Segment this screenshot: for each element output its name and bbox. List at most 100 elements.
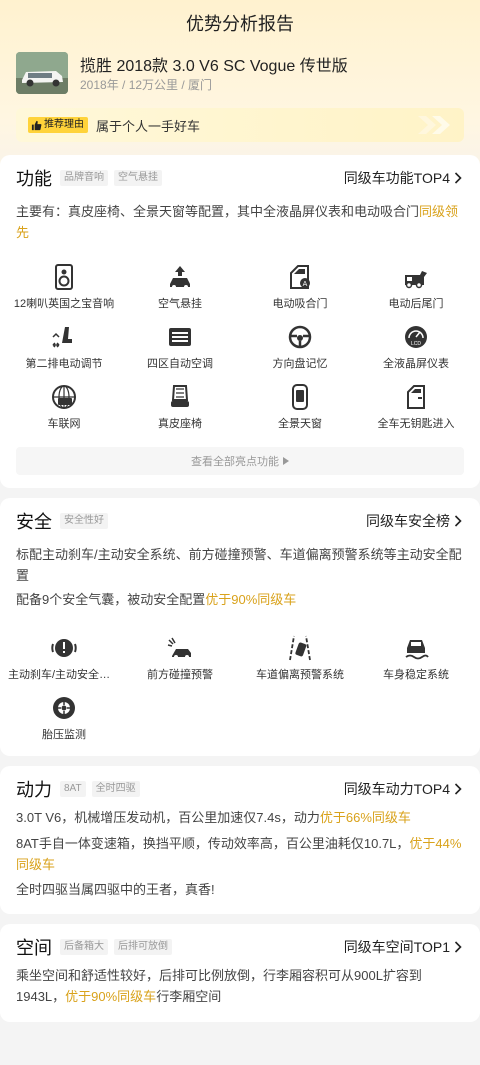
power-desc-text: 8AT手自一体变速箱，换挡平顺，传动效率高，百公里油耗仅10.7L， — [16, 836, 410, 851]
recommend-badge-label: 推荐理由 — [44, 119, 84, 130]
space-tag: 后排可放倒 — [114, 939, 172, 955]
feature-item[interactable]: 全车无钥匙进入 — [356, 383, 476, 431]
chevron-right-icon — [454, 172, 462, 184]
chevron-right-icon — [454, 515, 462, 527]
feature-label: 12喇叭英国之宝音响 — [13, 298, 115, 310]
feature-label: 全景天窗 — [278, 418, 322, 430]
space-description: 乘坐空间和舒适性较好，后排可比例放倒，行李厢容积可从900L扩容到1943L，优… — [16, 965, 464, 1007]
feature-label: 车联网 — [47, 418, 81, 430]
climate-control-icon — [169, 328, 191, 346]
feature-item[interactable]: 车道偏离预警系统 — [240, 634, 360, 682]
power-rank-label: 同级车动力TOP4 — [343, 781, 450, 797]
safety-tag: 安全性好 — [60, 513, 108, 529]
space-title: 空间 — [16, 938, 52, 958]
function-tag: 空气悬挂 — [114, 170, 162, 186]
svg-text:A: A — [303, 281, 308, 288]
car-thumbnail[interactable] — [16, 52, 68, 94]
soft-close-door-icon: A — [290, 265, 310, 289]
lane-departure-icon — [289, 635, 311, 661]
thumbs-up-icon — [31, 120, 42, 130]
function-desc-text: 主要有：真皮座椅、全景天窗等配置，其中全液晶屏仪表和电动吸合门 — [16, 204, 420, 219]
space-header: 空间 后备箱大 后排可放倒 — [16, 934, 178, 960]
power-header: 动力 8AT 全时四驱 — [16, 776, 146, 802]
power-engine-text: 3.0T V6，机械增压发动机，百公里加速仅7.4s，动力优于66%同级车 — [16, 807, 464, 828]
function-title: 功能 — [16, 169, 52, 189]
brake-warning-icon — [51, 639, 77, 657]
feature-label: 第二排电动调节 — [25, 358, 103, 370]
feature-item[interactable]: 主动刹车/主动安全系统 — [4, 634, 124, 682]
recommend-reason-bar: 推荐理由 属于个人一手好车 — [16, 108, 464, 142]
triangle-right-icon — [283, 457, 289, 465]
feature-label: 空气悬挂 — [158, 298, 202, 310]
tire-pressure-icon — [53, 697, 75, 719]
safety-desc-text: 配备9个安全气囊，被动安全配置 — [16, 592, 206, 607]
stability-icon — [405, 640, 429, 660]
feature-item[interactable]: 前方碰撞预警 — [120, 634, 240, 682]
feature-label: 电动吸合门 — [272, 298, 328, 310]
power-rank-link[interactable]: 同级车动力TOP4 — [344, 779, 462, 799]
panoramic-roof-icon — [292, 384, 308, 410]
lcd-gauge-icon: LCD — [405, 326, 427, 348]
feature-item[interactable]: 车联网 — [4, 383, 124, 431]
safety-rank-label: 同级车安全榜 — [366, 513, 450, 529]
leather-seat-icon — [171, 385, 189, 407]
recommend-reason-text: 属于个人一手好车 — [96, 119, 201, 134]
power-title: 动力 — [16, 780, 52, 800]
feature-item[interactable]: 电动后尾门 — [356, 263, 476, 311]
feature-item[interactable]: 四区自动空调 — [120, 323, 240, 371]
steering-memory-icon — [288, 325, 312, 349]
function-tag: 品牌音响 — [60, 170, 108, 186]
feature-label: 主动刹车/主动安全系统 — [8, 669, 122, 681]
feature-item[interactable]: LCD 全液晶屏仪表 — [356, 323, 476, 371]
connected-car-icon — [52, 385, 76, 409]
space-desc-text: 行李厢空间 — [156, 989, 222, 1004]
feature-item[interactable]: 全景天窗 — [240, 383, 360, 431]
safety-title: 安全 — [16, 512, 52, 532]
feature-item[interactable]: 第二排电动调节 — [4, 323, 124, 371]
space-rank-label: 同级车空间TOP1 — [343, 939, 450, 955]
safety-header: 安全 安全性好 — [16, 508, 114, 534]
feature-label: 电动后尾门 — [388, 298, 444, 310]
feature-label: 真皮座椅 — [158, 418, 202, 430]
safety-desc-highlight: 优于90%同级车 — [205, 592, 297, 607]
car-name: 揽胜 2018款 3.0 V6 SC Vogue 传世版 — [80, 58, 348, 75]
space-desc-highlight: 优于90%同级车 — [65, 989, 157, 1004]
feature-item[interactable]: 胎压监测 — [4, 694, 124, 742]
space-card: 空间 后备箱大 后排可放倒 同级车空间TOP1 乘坐空间和舒适性较好，后排可比例… — [0, 924, 480, 1022]
feature-label: 胎压监测 — [42, 729, 86, 741]
page-title: 优势分析报告 — [186, 14, 294, 34]
feature-label: 四区自动空调 — [147, 358, 213, 370]
space-tag: 后备箱大 — [60, 939, 108, 955]
recommend-badge: 推荐理由 — [28, 117, 88, 133]
svg-text:LCD: LCD — [411, 341, 421, 347]
feature-item[interactable]: 方向盘记忆 — [240, 323, 360, 371]
function-rank-link[interactable]: 同级车功能TOP4 — [344, 168, 462, 188]
feature-item[interactable]: A 电动吸合门 — [240, 263, 360, 311]
function-card: 功能 品牌音响 空气悬挂 同级车功能TOP4 主要有：真皮座椅、全景天窗等配置，… — [0, 155, 480, 488]
feature-item[interactable]: 车身稳定系统 — [356, 634, 476, 682]
safety-description: 标配主动刹车/主动安全系统、前方碰撞预警、车道偏离预警系统等主动安全配置 — [16, 547, 462, 583]
feature-label: 车身稳定系统 — [383, 669, 449, 681]
function-rank-label: 同级车功能TOP4 — [343, 170, 450, 186]
feature-item[interactable]: 空气悬挂 — [120, 263, 240, 311]
power-transmission-text: 8AT手自一体变速箱，换挡平顺，传动效率高，百公里油耗仅10.7L，优于44%同… — [16, 833, 464, 875]
power-tailgate-icon — [405, 271, 427, 289]
feature-item[interactable]: 12喇叭英国之宝音响 — [4, 263, 124, 311]
feature-item[interactable]: 真皮座椅 — [120, 383, 240, 431]
safety-rank-link[interactable]: 同级车安全榜 — [366, 511, 462, 531]
view-all-label: 查看全部亮点功能 — [191, 456, 279, 468]
feature-label: 前方碰撞预警 — [147, 669, 213, 681]
feature-label: 全车无钥匙进入 — [377, 418, 455, 430]
function-header: 功能 品牌音响 空气悬挂 — [16, 165, 168, 191]
space-rank-link[interactable]: 同级车空间TOP1 — [344, 937, 462, 957]
power-awd-text: 全时四驱当属四驱中的王者，真香! — [16, 882, 215, 897]
power-seat-icon — [52, 327, 72, 348]
view-all-features-button[interactable]: 查看全部亮点功能 — [16, 447, 464, 475]
double-chevron-icon — [418, 116, 450, 134]
power-tag: 8AT — [60, 781, 86, 797]
function-description: 主要有：真皮座椅、全景天窗等配置，其中全液晶屏仪表和电动吸合门同级领先 — [16, 201, 464, 243]
power-desc-highlight: 优于66%同级车 — [319, 810, 411, 825]
feature-label: 全液晶屏仪表 — [383, 358, 449, 370]
safety-airbag-text: 配备9个安全气囊，被动安全配置优于90%同级车 — [16, 589, 464, 610]
car-meta: 2018年 / 12万公里 / 厦门 — [80, 78, 213, 92]
